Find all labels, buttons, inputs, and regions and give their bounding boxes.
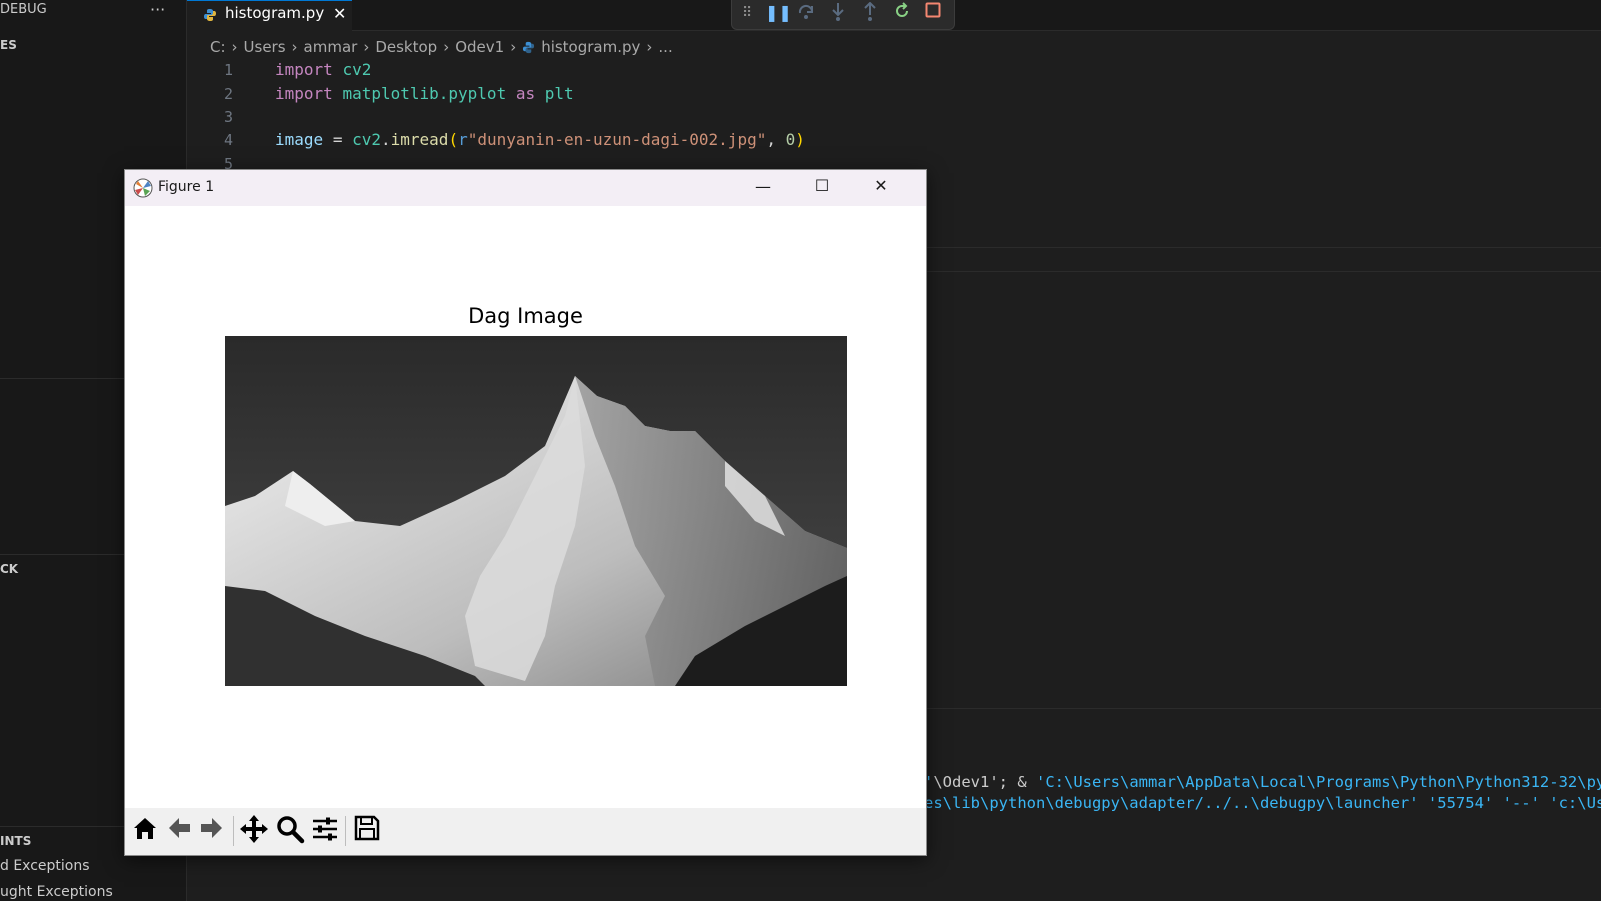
grip-icon[interactable]: ⠿ bbox=[742, 4, 752, 22]
editor-divider bbox=[924, 247, 1601, 248]
code-line: import cv2 bbox=[275, 60, 372, 79]
tab-close-icon[interactable]: ✕ bbox=[333, 4, 346, 23]
python-file-icon bbox=[522, 41, 535, 54]
toolbar-separator bbox=[345, 816, 346, 846]
maximize-button[interactable]: ☐ bbox=[799, 176, 845, 195]
pause-icon[interactable]: ❚❚ bbox=[765, 4, 792, 22]
tab-label: histogram.py bbox=[225, 4, 325, 22]
section-breakpoints-header[interactable]: INTS bbox=[0, 834, 31, 848]
forward-arrow-icon[interactable] bbox=[198, 814, 226, 846]
debug-toolbar: ⠿ ❚❚ bbox=[731, 0, 955, 30]
breadcrumb-item[interactable]: C: bbox=[210, 38, 226, 56]
minimize-button[interactable]: — bbox=[740, 177, 786, 196]
chevron-right-icon: › bbox=[646, 38, 653, 56]
back-arrow-icon[interactable] bbox=[165, 814, 193, 846]
breakpoint-item[interactable]: d Exceptions bbox=[0, 858, 90, 874]
more-actions-button[interactable]: ··· bbox=[150, 0, 165, 19]
breadcrumb-item[interactable]: Desktop bbox=[375, 38, 437, 56]
close-button[interactable]: ✕ bbox=[858, 176, 904, 195]
line-number: 1 bbox=[223, 61, 233, 79]
tab-histogram-py[interactable]: histogram.py ✕ bbox=[187, 0, 352, 32]
figure-titlebar[interactable]: Figure 1 — ☐ ✕ bbox=[125, 170, 926, 206]
step-into-icon[interactable] bbox=[830, 2, 846, 26]
editor-divider bbox=[924, 271, 1601, 272]
terminal-panel[interactable]: '\Odev1'; & 'C:\Users\ammar\AppData\Loca… bbox=[924, 709, 1601, 901]
step-out-icon[interactable] bbox=[862, 1, 878, 26]
breadcrumb-item[interactable]: ammar bbox=[304, 38, 358, 56]
chevron-right-icon: › bbox=[291, 38, 298, 56]
breadcrumb-item[interactable]: histogram.py bbox=[541, 38, 640, 56]
figure-toolbar bbox=[125, 808, 926, 855]
chevron-right-icon: › bbox=[231, 38, 238, 56]
section-callstack-header[interactable]: CK bbox=[0, 562, 18, 576]
matplotlib-logo-icon bbox=[133, 178, 153, 202]
code-line: image = cv2.imread(r"dunyanin-en-uzun-da… bbox=[275, 130, 805, 149]
configure-icon[interactable] bbox=[310, 814, 340, 848]
breakpoint-item[interactable]: ught Exceptions bbox=[0, 884, 113, 900]
breadcrumb-item[interactable]: Users bbox=[244, 38, 286, 56]
chevron-right-icon: › bbox=[363, 38, 370, 56]
terminal-line: '\Odev1'; & 'C:\Users\ammar\AppData\Loca… bbox=[924, 773, 1601, 791]
figure-window-title: Figure 1 bbox=[158, 179, 215, 195]
terminal-line: es\lib\python\debugpy\adapter/../..\debu… bbox=[924, 794, 1601, 812]
breadcrumb-item[interactable]: ... bbox=[658, 38, 672, 56]
chevron-right-icon: › bbox=[443, 38, 450, 56]
stop-icon[interactable] bbox=[925, 2, 941, 22]
pan-icon[interactable] bbox=[239, 814, 269, 848]
breadcrumb: C: › Users › ammar › Desktop › Odev1 › h… bbox=[210, 36, 673, 58]
code-line: import matplotlib.pyplot as plt bbox=[275, 84, 574, 103]
zoom-icon[interactable] bbox=[275, 814, 305, 848]
save-icon[interactable] bbox=[353, 814, 381, 846]
section-variables-header[interactable]: ES bbox=[0, 38, 17, 52]
line-number: 4 bbox=[223, 131, 233, 149]
sidebar-title: DEBUG bbox=[0, 2, 47, 17]
line-number: 2 bbox=[223, 85, 233, 103]
step-over-icon[interactable] bbox=[797, 3, 815, 25]
toolbar-separator bbox=[233, 816, 234, 846]
chevron-right-icon: › bbox=[510, 38, 517, 56]
restart-icon[interactable] bbox=[893, 2, 911, 24]
python-file-icon bbox=[203, 7, 217, 26]
mountain-image bbox=[225, 336, 847, 686]
home-icon[interactable] bbox=[131, 814, 159, 846]
line-number: 3 bbox=[223, 108, 233, 126]
plot-title: Dag Image bbox=[468, 304, 583, 328]
breadcrumb-item[interactable]: Odev1 bbox=[455, 38, 504, 56]
figure-window: Figure 1 — ☐ ✕ Dag Image bbox=[124, 169, 927, 856]
